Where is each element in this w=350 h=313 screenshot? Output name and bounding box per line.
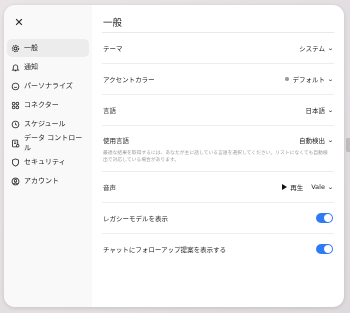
sidebar-item-data-controls[interactable]: データ コントロール — [7, 134, 89, 152]
sidebar-item-label: コネクター — [24, 101, 59, 109]
sidebar-item-general[interactable]: 一般 — [7, 39, 89, 57]
sidebar-item-label: セキュリティ — [24, 158, 66, 166]
language-value: 日本語 — [305, 107, 325, 115]
play-voice-label: 再生 — [290, 184, 304, 192]
spoken-language-value: 自動検出 — [298, 137, 325, 145]
connector-icon — [11, 101, 20, 109]
sidebar-item-account[interactable]: アカウント — [7, 172, 89, 190]
language-label: 言語 — [103, 107, 116, 115]
bell-icon — [11, 63, 20, 71]
close-button[interactable]: ✕ — [10, 13, 28, 31]
sidebar-item-label: パーソナライズ — [24, 82, 73, 90]
settings-sidebar: ✕ 一般 通知 パーソナライズ コネクター スケジュール データ コントロール — [4, 5, 92, 307]
settings-dialog: ✕ 一般 通知 パーソナライズ コネクター スケジュール データ コントロール — [4, 5, 344, 307]
voice-value: Vale — [311, 183, 325, 191]
play-voice-button[interactable]: 再生 — [282, 182, 303, 192]
play-icon — [282, 184, 288, 190]
accent-color-value: デフォルト — [292, 76, 325, 84]
sidebar-item-schedule[interactable]: スケジュール — [7, 115, 89, 133]
spoken-language-row: 使用言語 自動検出 ⌄ 最適な結果を取得するには、あなたが主に話している言語を選… — [102, 126, 334, 172]
language-row: 言語 日本語 ⌄ — [102, 95, 334, 126]
sidebar-item-personalize[interactable]: パーソナライズ — [7, 77, 89, 95]
accent-color-label: アクセントカラー — [103, 76, 155, 84]
close-icon: ✕ — [14, 15, 24, 29]
sidebar-item-label: データ コントロール — [24, 134, 83, 152]
settings-content: 一般 テーマ システム ⌄ アクセントカラー デフォルト ⌄ 言語 日本語 ⌄ — [92, 5, 344, 307]
sidebar-item-connectors[interactable]: コネクター — [7, 96, 89, 114]
followup-suggestions-row: チャットにフォローアップ提案を表示する — [102, 234, 334, 264]
clock-icon — [11, 120, 20, 128]
spoken-language-label: 使用言語 — [103, 137, 129, 145]
followup-suggestions-label: チャットにフォローアップ提案を表示する — [103, 246, 227, 254]
sidebar-item-label: 一般 — [24, 44, 38, 52]
personalize-icon — [11, 82, 20, 90]
theme-select[interactable]: システム ⌄ — [299, 43, 334, 54]
language-select[interactable]: 日本語 ⌄ — [305, 105, 334, 116]
theme-label: テーマ — [103, 45, 123, 53]
spoken-language-select[interactable]: 自動検出 ⌄ — [298, 135, 334, 146]
legacy-models-label: レガシーモデルを表示 — [103, 215, 168, 223]
chevron-down-icon: ⌄ — [327, 136, 334, 144]
accent-color-swatch — [285, 77, 290, 81]
background-window-edge — [346, 138, 350, 152]
sidebar-item-label: アカウント — [24, 177, 59, 185]
legacy-models-row: レガシーモデルを表示 — [102, 203, 334, 234]
theme-row: テーマ システム ⌄ — [102, 33, 334, 64]
gear-icon — [11, 44, 20, 52]
voice-label: 音声 — [103, 184, 116, 192]
account-icon — [11, 177, 20, 185]
theme-value: システム — [299, 45, 325, 53]
spoken-language-description: 最適な結果を取得するには、あなたが主に話している言語を選択してください。リストに… — [103, 151, 328, 163]
sidebar-item-notifications[interactable]: 通知 — [7, 58, 89, 76]
chevron-down-icon: ⌄ — [327, 44, 334, 52]
sidebar-item-security[interactable]: セキュリティ — [7, 153, 89, 171]
page-title: 一般 — [102, 15, 334, 33]
chevron-down-icon: ⌄ — [327, 106, 334, 114]
data-control-icon — [12, 139, 20, 147]
sidebar-item-label: スケジュール — [24, 120, 66, 128]
sidebar-item-label: 通知 — [24, 63, 38, 71]
followup-suggestions-toggle[interactable] — [316, 244, 333, 254]
toggle-knob — [324, 214, 332, 222]
shield-icon — [12, 157, 19, 167]
accent-color-select[interactable]: デフォルト ⌄ — [285, 74, 334, 84]
voice-row: 音声 再生 Vale ⌄ — [102, 172, 334, 203]
toggle-knob — [324, 245, 332, 253]
voice-select[interactable]: Vale ⌄ — [311, 183, 334, 191]
legacy-models-toggle[interactable] — [316, 213, 333, 223]
chevron-down-icon: ⌄ — [327, 75, 334, 83]
chevron-down-icon: ⌄ — [327, 183, 334, 191]
accent-color-row: アクセントカラー デフォルト ⌄ — [102, 64, 334, 95]
